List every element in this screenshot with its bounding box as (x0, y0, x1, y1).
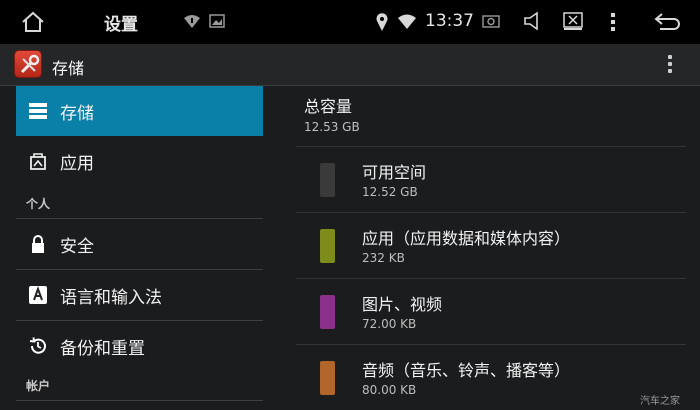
color-swatch (320, 229, 335, 263)
nav-label-backup-reset: 备份和重置 (60, 338, 145, 359)
row-label: 图片、视频 (362, 295, 443, 314)
row-label: 音频（音乐、铃声、播客等） (362, 361, 571, 380)
storage-row-available[interactable]: 可用空间 12.52 GB (296, 146, 686, 212)
total-capacity-value: 12.53 GB (304, 120, 360, 134)
settings-tools-icon[interactable] (14, 50, 42, 78)
row-value: 72.00 KB (362, 317, 417, 331)
action-bar: 存储 (0, 44, 700, 86)
watermark: 汽车之家 (640, 396, 680, 407)
nav-label-security: 安全 (60, 236, 94, 257)
row-label: 应用（应用数据和媒体内容） (362, 229, 571, 248)
screenshot-icon[interactable] (482, 13, 500, 29)
total-capacity-label: 总容量 (304, 97, 353, 116)
back-icon[interactable] (652, 10, 682, 32)
overflow-menu-icon[interactable] (664, 52, 676, 78)
page-title: 存储 (52, 59, 85, 78)
lock-icon (28, 234, 48, 254)
picture-icon (209, 13, 225, 29)
status-bar: 设置 13:37 (0, 0, 700, 44)
restore-icon (28, 336, 48, 356)
nav-item-security[interactable]: 安全 (16, 219, 263, 269)
status-time: 13:37 (425, 11, 474, 31)
nav-item-backup-reset[interactable]: 备份和重置 (16, 321, 263, 371)
nav-label-language-input: 语言和输入法 (60, 287, 162, 308)
apps-icon (28, 151, 48, 171)
row-value: 12.52 GB (362, 185, 418, 199)
nav-item-storage[interactable]: 存储 (16, 86, 263, 136)
wifi-alert-icon (183, 13, 201, 29)
color-swatch (320, 295, 335, 329)
divider (16, 400, 263, 401)
status-title: 设置 (104, 15, 138, 35)
section-header-accounts: 帐户 (26, 379, 51, 393)
settings-nav: 存储 应用 个人 安全 语言和输入法 备份和重置 帐户 (0, 86, 280, 410)
wifi-icon (397, 13, 417, 29)
location-icon (375, 12, 389, 32)
nav-item-apps[interactable]: 应用 (16, 136, 263, 186)
keyboard-a-icon (28, 285, 48, 305)
row-value: 80.00 KB (362, 383, 417, 397)
more-vert-icon[interactable] (608, 11, 618, 33)
close-window-icon[interactable] (562, 10, 584, 32)
color-swatch (320, 163, 335, 197)
section-header-personal: 个人 (26, 197, 51, 211)
nav-label-storage: 存储 (60, 103, 94, 124)
home-icon[interactable] (20, 10, 46, 34)
storage-row-pictures-videos[interactable]: 图片、视频 72.00 KB (296, 278, 686, 344)
nav-label-apps: 应用 (60, 153, 94, 174)
row-value: 232 KB (362, 251, 405, 265)
storage-icon (28, 101, 48, 121)
nav-item-language-input[interactable]: 语言和输入法 (16, 270, 263, 320)
storage-row-audio[interactable]: 音频（音乐、铃声、播客等） 80.00 KB (296, 344, 686, 410)
volume-icon[interactable] (522, 10, 544, 32)
row-label: 可用空间 (362, 163, 427, 182)
storage-detail-pane: 总容量 12.53 GB 可用空间 12.52 GB 应用（应用数据和媒体内容）… (296, 86, 700, 410)
storage-row-apps[interactable]: 应用（应用数据和媒体内容） 232 KB (296, 212, 686, 278)
color-swatch (320, 361, 335, 395)
